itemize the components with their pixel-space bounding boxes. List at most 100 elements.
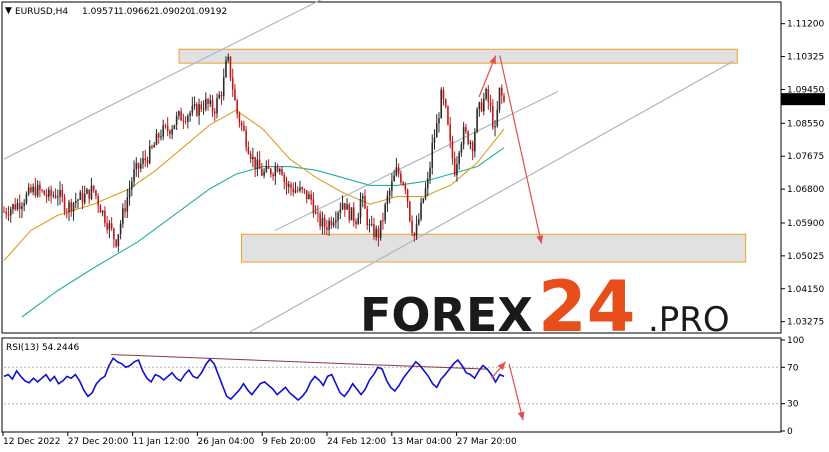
candle-body [83, 193, 86, 203]
candle-body [458, 152, 460, 164]
candle-body [346, 204, 348, 210]
candle-body [21, 206, 23, 209]
candle-body [283, 174, 286, 182]
candle-body [278, 168, 281, 172]
candle-body [178, 111, 180, 116]
candle-body [456, 163, 458, 176]
candle-body [119, 223, 122, 235]
symbol-dropdown-icon[interactable]: ▼ [5, 6, 12, 16]
candle-body [321, 218, 324, 227]
candle-body [415, 224, 418, 237]
candle-body [435, 123, 438, 138]
candle-body [63, 197, 66, 212]
ohlc-open: 1.09571 [82, 7, 119, 17]
candle-body [227, 56, 230, 61]
candle-body [404, 184, 407, 190]
candle-body [406, 189, 409, 202]
candle-body [204, 99, 207, 109]
candle-body [160, 136, 162, 138]
time-tick-label: 24 Feb 12:00 [327, 437, 386, 447]
candle-body [225, 60, 227, 78]
candle-body [77, 199, 79, 201]
candle-body [164, 125, 167, 127]
candle-body [101, 210, 104, 213]
candle-body [249, 153, 252, 160]
candle-body [344, 203, 346, 210]
candle-body [216, 98, 218, 114]
candle-body [317, 212, 319, 214]
candle-body [104, 210, 106, 224]
candle-body [451, 140, 454, 159]
candle-body [382, 220, 384, 222]
candle-body [480, 102, 483, 112]
candle-body [45, 194, 48, 197]
candle-body [222, 77, 225, 97]
candle-body [444, 99, 447, 107]
price-zone-1 [178, 48, 738, 64]
rsi-tick-label: 30 [787, 400, 799, 410]
candle-body [243, 125, 245, 131]
candle-body [236, 100, 238, 114]
candle-body [122, 208, 124, 224]
candle-body [72, 202, 75, 212]
candle-body [370, 224, 373, 225]
candle-body [218, 94, 221, 99]
candle-body [52, 195, 55, 197]
candle-body [79, 192, 82, 200]
candle-body [350, 207, 353, 221]
candle-body [166, 125, 169, 131]
candle-body [413, 232, 416, 237]
candle-body [373, 224, 375, 237]
candle-body [220, 94, 223, 97]
candle-body [99, 205, 102, 213]
candle-body [180, 111, 182, 121]
candle-body [478, 102, 481, 110]
candle-body [368, 224, 371, 226]
candle-body [361, 195, 364, 199]
candle-body [453, 158, 456, 176]
candle-body [151, 146, 153, 148]
chart-root: 1.09192 1.11200 1.10325 1.09450 1.08550 1.076… [1, 0, 825, 447]
candle-body [18, 203, 21, 209]
candle-body [187, 115, 189, 122]
candle-body [146, 160, 149, 164]
price-tick-label: 1.09450 [787, 85, 824, 95]
candle-body [460, 144, 463, 153]
candle-body [70, 202, 73, 212]
candle-body [135, 163, 138, 170]
time-tick-label: 27 Dec 20:00 [68, 437, 129, 447]
candle-body [323, 218, 326, 228]
time-tick-label: 9 Feb 20:00 [262, 437, 316, 447]
candle-body [337, 212, 339, 221]
candle-body [207, 99, 209, 105]
candle-body [131, 181, 133, 190]
candle-body [469, 142, 472, 144]
candle-body [287, 184, 290, 187]
candle-body [153, 144, 156, 148]
candle-body [442, 89, 445, 100]
candle-body [12, 204, 14, 210]
candle-body [402, 182, 404, 185]
candle-body [424, 188, 427, 199]
candle-body [61, 190, 64, 198]
watermark-number: 24 [538, 266, 635, 348]
candle-body [352, 207, 355, 221]
candle-body [391, 181, 393, 191]
price-tick-label: 1.04150 [787, 285, 824, 295]
candle-body [59, 190, 61, 197]
candle-body [148, 146, 151, 164]
candle-body [409, 201, 411, 221]
candle-body [494, 126, 496, 128]
candle-body [191, 105, 194, 113]
candle-body [503, 95, 505, 102]
candle-body [231, 77, 234, 90]
price-tick-label: 1.11200 [787, 20, 824, 30]
candle-body [364, 195, 366, 209]
ohlc-close: 1.09192 [190, 7, 227, 17]
candle-body [386, 195, 389, 205]
candle-body [7, 214, 10, 216]
candle-body [139, 164, 142, 169]
candle-body [41, 190, 43, 191]
candle-body [86, 189, 88, 194]
candle-body [106, 223, 108, 230]
